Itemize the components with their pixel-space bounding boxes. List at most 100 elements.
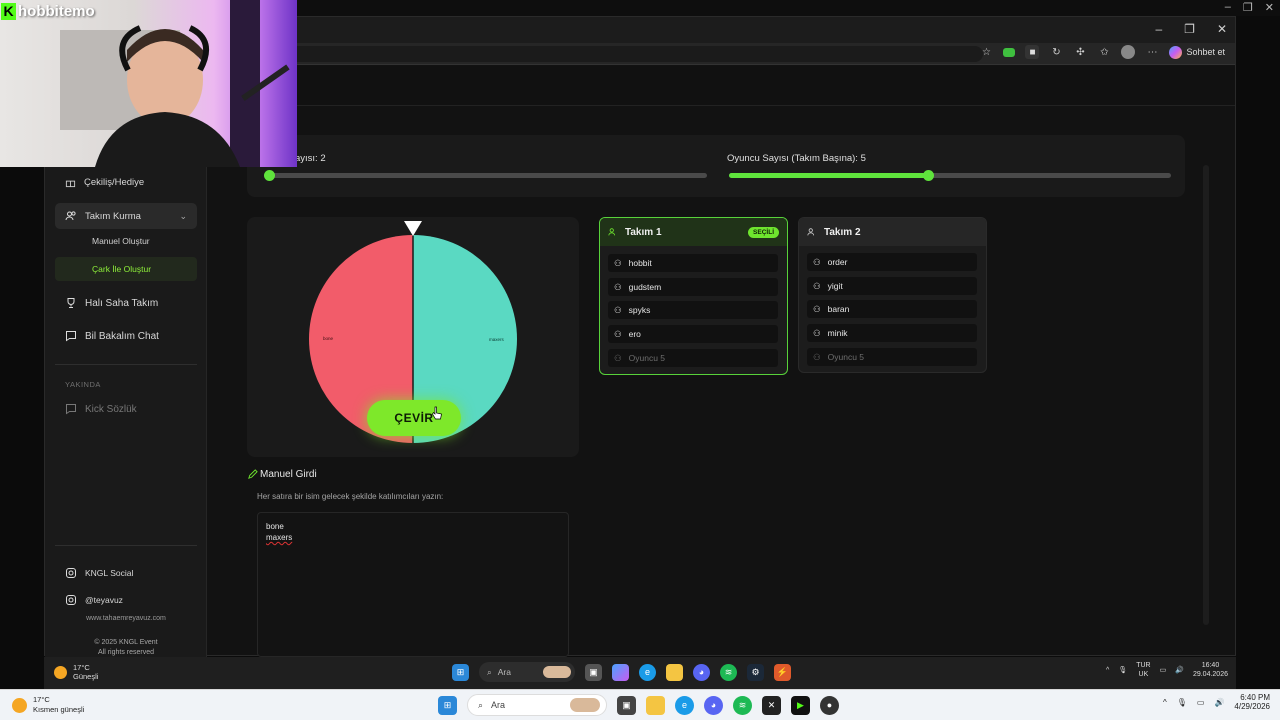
- page-scrollbar[interactable]: [1203, 165, 1209, 625]
- copilot-button[interactable]: Sohbet et: [1169, 45, 1225, 59]
- language-indicator[interactable]: TUR UK: [1136, 661, 1150, 679]
- copilot-icon[interactable]: [612, 663, 629, 681]
- sidebar-item-takim-kurma[interactable]: Takım Kurma ⌄: [55, 203, 197, 229]
- browser-restore-icon[interactable]: ❐: [1184, 22, 1195, 36]
- team-card-2[interactable]: Takım 2 ⚇ order ⚇ yigit ⚇ baran ⚇ minik ⚇ Oyu…: [798, 217, 987, 373]
- sidebar-item-cekilis[interactable]: Çekiliş/Hediye: [55, 169, 197, 195]
- player-name: yigit: [827, 281, 843, 291]
- app-icon[interactable]: ⚡: [774, 663, 791, 681]
- player-row[interactable]: ⚇ baran: [807, 300, 977, 318]
- taskbar-search[interactable]: ⌕ Ara: [479, 662, 575, 682]
- sidebar-item-label: Çekiliş/Hediye: [84, 176, 145, 188]
- browser-close-icon[interactable]: ✕: [1217, 22, 1227, 36]
- slider-handle[interactable]: [922, 170, 934, 181]
- folder-icon[interactable]: [666, 663, 683, 681]
- speaker-icon[interactable]: 🔊: [1175, 666, 1184, 674]
- discord-icon[interactable]: ◕: [704, 695, 723, 715]
- user-icon: ⚇: [614, 352, 622, 363]
- kick-app-icon[interactable]: ▶: [791, 695, 810, 715]
- team-header: Takım 1 SEÇİLİ: [600, 218, 787, 246]
- rights-text: All rights reserved: [97, 649, 155, 656]
- player-row-empty[interactable]: ⚇ Oyuncu 5: [807, 348, 977, 366]
- user-icon: ⚇: [813, 256, 821, 267]
- team-card-1[interactable]: Takım 1 SEÇİLİ ⚇ hobbit ⚇ gudstem ⚇ spyks ⚇…: [599, 217, 788, 375]
- clock[interactable]: 6:40 PM 4/29/2026: [1234, 693, 1270, 711]
- player-name: gudstem: [628, 282, 662, 292]
- player-row[interactable]: ⚇ minik: [807, 324, 977, 342]
- chevron-up-icon[interactable]: ^: [1106, 667, 1109, 674]
- speaker-icon[interactable]: 🔊: [1214, 698, 1224, 707]
- sidebar-subitem-manuel[interactable]: Manuel Oluştur: [55, 229, 197, 253]
- microphone-icon[interactable]: 🎙: [1177, 698, 1187, 707]
- player-row[interactable]: ⚇ spyks: [608, 301, 778, 319]
- microphone-icon[interactable]: 🎙: [1118, 666, 1127, 674]
- task-view-icon[interactable]: ▣: [617, 695, 636, 715]
- player-count-slider[interactable]: [729, 170, 1171, 181]
- sidebar-section-label: YAKINDA: [65, 380, 101, 389]
- settings-panel: ayısı: 2 Oyuncu Sayısı (Takım Başına): 5: [247, 135, 1185, 197]
- extensions-icon[interactable]: ✣: [1073, 45, 1087, 59]
- edge-icon[interactable]: e: [639, 663, 656, 681]
- weather-status: Güneşli: [73, 672, 99, 681]
- weather-widget[interactable]: 17°C Kısmen güneşli: [12, 695, 84, 715]
- participants-textarea[interactable]: bone maxers: [257, 512, 569, 657]
- spotify-icon[interactable]: ≋: [720, 663, 737, 681]
- weather-widget[interactable]: 17°C Güneşli: [54, 663, 98, 681]
- sidebar-item-kick-sozluk: Kick Sözlük: [55, 396, 197, 422]
- player-row[interactable]: ⚇ gudstem: [608, 278, 778, 296]
- player-name: spyks: [628, 305, 651, 315]
- chevron-up-icon[interactable]: ^: [1163, 698, 1167, 707]
- spin-button[interactable]: ÇEVİR: [367, 400, 461, 436]
- sidebar-link-teyavuz[interactable]: @teyavuz: [55, 587, 197, 613]
- instagram-icon: [66, 595, 76, 605]
- obs-icon[interactable]: ●: [820, 695, 839, 715]
- extension-icon[interactable]: ■: [1025, 45, 1040, 59]
- player-row[interactable]: ⚇ yigit: [807, 277, 977, 295]
- team-count-slider[interactable]: [264, 170, 707, 181]
- windows-start-icon[interactable]: ⊞: [452, 663, 469, 681]
- browser-window-controls: – ❐ ✕: [1155, 22, 1227, 36]
- wheel-card: bone maxers ÇEVİR: [247, 217, 579, 457]
- monitor-icon[interactable]: ▭: [1197, 698, 1205, 707]
- sidebar-item-bil-bakalim[interactable]: Bil Bakalım Chat: [55, 323, 197, 349]
- xbox-icon[interactable]: ✕: [762, 695, 781, 715]
- spotify-icon[interactable]: ≋: [733, 695, 752, 715]
- folder-icon[interactable]: [646, 695, 665, 715]
- profile-avatar-icon[interactable]: [1121, 45, 1136, 59]
- minimize-icon[interactable]: –: [1225, 1, 1231, 14]
- steam-icon[interactable]: ⚙: [747, 663, 764, 681]
- browser-minimize-icon[interactable]: –: [1155, 22, 1162, 36]
- player-row-empty[interactable]: ⚇ Oyuncu 5: [608, 349, 778, 367]
- star-icon[interactable]: ☆: [979, 45, 993, 59]
- chat-icon: [66, 404, 76, 415]
- task-view-icon[interactable]: ▣: [585, 663, 602, 681]
- favorites-icon[interactable]: ✩: [1097, 45, 1111, 59]
- player-row[interactable]: ⚇ order: [807, 253, 977, 271]
- clock-date: 4/29/2026: [1234, 702, 1270, 711]
- slider-handle[interactable]: [264, 170, 275, 181]
- user-icon: ⚇: [614, 328, 622, 339]
- player-row[interactable]: ⚇ ero: [608, 325, 778, 343]
- sun-icon: [12, 697, 27, 713]
- team-name: Takım 1: [625, 226, 662, 238]
- taskbar-search[interactable]: ⌕ Ara: [467, 694, 607, 716]
- windows-start-icon[interactable]: ⊞: [438, 695, 457, 715]
- extension-kick-icon[interactable]: [1003, 47, 1016, 57]
- more-menu-icon[interactable]: ⋯: [1145, 45, 1159, 59]
- sidebar-item-hali-saha[interactable]: Halı Saha Takım: [55, 290, 197, 316]
- maximize-icon[interactable]: ❐: [1243, 1, 1253, 14]
- edge-icon[interactable]: e: [675, 695, 694, 715]
- player-row[interactable]: ⚇ hobbit: [608, 254, 778, 272]
- search-icon: ⌕: [478, 699, 484, 710]
- discord-icon[interactable]: ◕: [693, 663, 710, 681]
- sidebar-subitem-cark[interactable]: Çark İle Oluştur: [55, 257, 197, 281]
- website-link[interactable]: www.tahaemreyavuz.com: [45, 615, 207, 622]
- sidebar-link-kngl-social[interactable]: KNGL Social: [55, 560, 197, 586]
- clock[interactable]: 16:40 29.04.2026: [1193, 661, 1228, 679]
- player-name: minik: [827, 328, 848, 338]
- monitor-icon[interactable]: ▭: [1160, 666, 1167, 674]
- close-icon[interactable]: ✕: [1265, 1, 1274, 14]
- clock-time: 6:40 PM: [1240, 693, 1270, 702]
- streamer-video-image: [60, 0, 290, 167]
- refresh-extension-icon[interactable]: ↻: [1049, 45, 1063, 59]
